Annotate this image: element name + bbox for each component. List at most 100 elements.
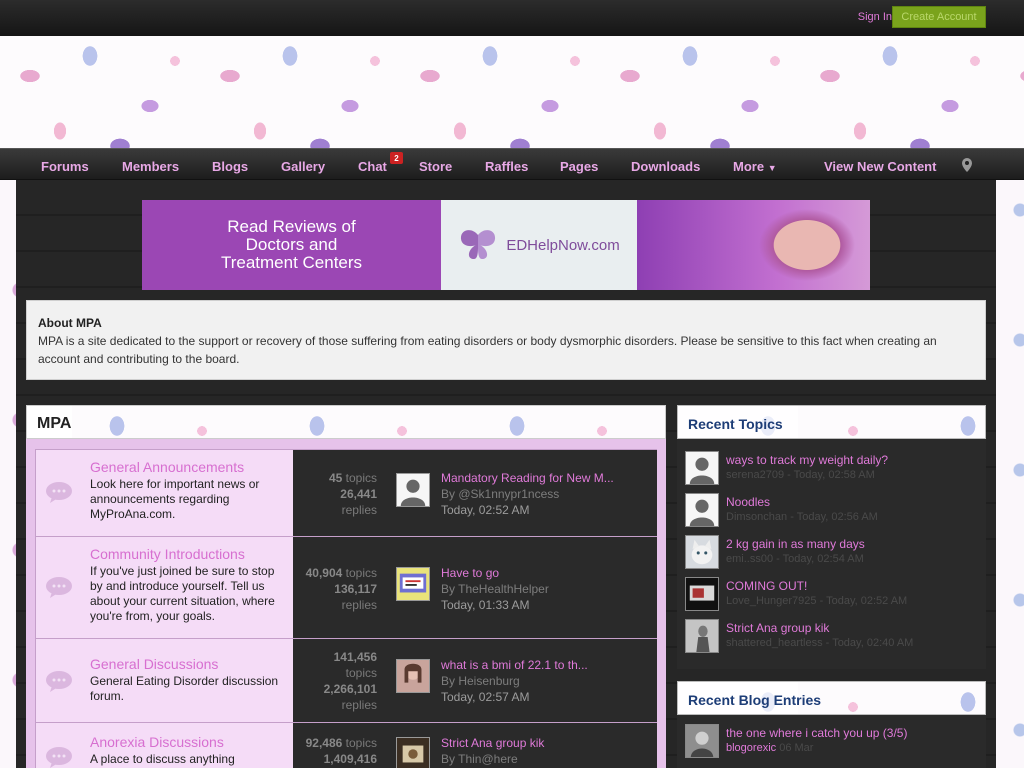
ad-brand-panel: EDHelpNow.com bbox=[441, 200, 637, 290]
create-account-button[interactable]: Create Account bbox=[892, 6, 986, 28]
recent-topics-title: Recent Topics bbox=[688, 416, 783, 432]
forum-title-link[interactable]: General Discussions bbox=[90, 657, 285, 672]
top-bar: Sign In Create Account bbox=[0, 0, 1024, 36]
forum-stats: 40,904 topics 136,117 replies Have to go… bbox=[293, 537, 657, 638]
last-post-author[interactable]: By @Sk1nnypr1ncess bbox=[441, 486, 651, 502]
replies-count: 26,441 bbox=[340, 487, 377, 501]
forum-stat-counts: 45 topics 26,441 replies bbox=[287, 470, 377, 518]
forum-info: Anorexia Discussions A place to discuss … bbox=[35, 723, 293, 768]
recent-topic-link[interactable]: Noodles bbox=[726, 495, 770, 509]
recent-topic-link[interactable]: COMING OUT! bbox=[726, 579, 807, 593]
nav-view-new-content[interactable]: View New Content bbox=[824, 159, 936, 174]
topic-author-avatar[interactable] bbox=[685, 451, 719, 485]
last-poster-avatar[interactable] bbox=[396, 567, 430, 601]
recent-topic-item: Noodles Dimsonchan - Today, 02:56 AM bbox=[685, 493, 979, 529]
forum-stats: 45 topics 26,441 replies Mandatory Readi… bbox=[293, 450, 657, 536]
recent-blog-link[interactable]: the one where i catch you up (3/5) bbox=[726, 726, 907, 740]
forum-description: General Eating Disorder discussion forum… bbox=[90, 674, 279, 703]
topics-count: 40,904 bbox=[305, 566, 343, 580]
last-post-info: Mandatory Reading for New M... By @Sk1nn… bbox=[441, 470, 651, 518]
forum-category-header[interactable]: MPA bbox=[26, 405, 666, 439]
topic-author-avatar[interactable] bbox=[685, 535, 719, 569]
recent-topic-link[interactable]: 2 kg gain in as many days bbox=[726, 537, 865, 551]
last-post-title-link[interactable]: Have to go bbox=[441, 565, 651, 581]
nav-members[interactable]: Members bbox=[122, 159, 179, 174]
replies-count: 136,117 bbox=[334, 582, 377, 596]
ad-brand-name: EDHelpNow.com bbox=[506, 236, 620, 254]
last-post-author[interactable]: By Thin@here bbox=[441, 751, 651, 767]
recent-topic-item: 2 kg gain in as many days emi..ss00 - To… bbox=[685, 535, 979, 571]
last-post-author[interactable]: By TheHealthHelper bbox=[441, 581, 651, 597]
forum-title-link[interactable]: Anorexia Discussions bbox=[90, 735, 285, 750]
about-text: MPA is a site dedicated to the support o… bbox=[38, 334, 937, 366]
nav-forums[interactable]: Forums bbox=[41, 159, 89, 174]
map-pin-icon[interactable] bbox=[962, 158, 972, 172]
last-post-time: Today, 01:33 AM bbox=[441, 598, 530, 612]
blog-author-link[interactable]: blogorexic bbox=[726, 742, 776, 754]
nav-downloads[interactable]: Downloads bbox=[631, 159, 700, 174]
speech-bubble-icon bbox=[46, 747, 72, 768]
header-banner[interactable] bbox=[0, 36, 1024, 148]
last-poster-avatar[interactable] bbox=[396, 473, 430, 507]
forum-stats: 92,486 topics 1,409,416 Strict Ana group… bbox=[293, 723, 657, 768]
speech-bubble-icon bbox=[46, 671, 72, 692]
recent-topic-item: Strict Ana group kik shattered_heartless… bbox=[685, 619, 979, 655]
forum-stat-counts: 92,486 topics 1,409,416 bbox=[287, 735, 377, 767]
last-poster-avatar[interactable] bbox=[396, 737, 430, 768]
replies-label: replies bbox=[341, 503, 377, 517]
last-post-title-link[interactable]: Strict Ana group kik bbox=[441, 735, 651, 751]
topics-label: topics bbox=[345, 471, 377, 485]
forum-stats: 141,456 topics 2,266,101 replies what is… bbox=[293, 639, 657, 722]
ad-banner[interactable]: Read Reviews of Doctors and Treatment Ce… bbox=[142, 200, 870, 290]
ad-line-1: Read Reviews of bbox=[227, 217, 356, 236]
ad-text-panel: Read Reviews of Doctors and Treatment Ce… bbox=[142, 200, 441, 290]
blog-date: 06 Mar bbox=[779, 742, 814, 754]
last-post-time: Today, 02:52 AM bbox=[441, 503, 530, 517]
nav-blogs[interactable]: Blogs bbox=[212, 159, 248, 174]
forum-row: General Announcements Look here for impo… bbox=[35, 449, 657, 537]
nav-store[interactable]: Store bbox=[419, 159, 452, 174]
topic-author-avatar[interactable] bbox=[685, 493, 719, 527]
forum-list: General Announcements Look here for impo… bbox=[26, 439, 666, 768]
blog-author-avatar[interactable] bbox=[685, 724, 719, 758]
avatar-image bbox=[399, 573, 427, 593]
cat-avatar-image bbox=[686, 536, 718, 568]
forum-row: General Discussions General Eating Disor… bbox=[35, 639, 657, 723]
last-post-title-link[interactable]: Mandatory Reading for New M... bbox=[441, 470, 651, 486]
recent-topic-link[interactable]: ways to track my weight daily? bbox=[726, 453, 888, 467]
nav-chat[interactable]: Chat bbox=[358, 159, 387, 174]
topic-author-avatar[interactable] bbox=[685, 619, 719, 653]
nav-raffles[interactable]: Raffles bbox=[485, 159, 528, 174]
last-poster-avatar[interactable] bbox=[396, 659, 430, 693]
forum-title-link[interactable]: General Announcements bbox=[90, 460, 285, 475]
topic-author-avatar[interactable] bbox=[685, 577, 719, 611]
user-silhouette-icon bbox=[689, 457, 715, 484]
recent-topic-link[interactable]: Strict Ana group kik bbox=[726, 621, 829, 635]
avatar-image bbox=[686, 620, 718, 652]
nav-more[interactable]: More ▼ bbox=[733, 159, 777, 174]
forum-title-link[interactable]: Community Introductions bbox=[90, 547, 285, 562]
nav-pages[interactable]: Pages bbox=[560, 159, 598, 174]
nav-more-label: More bbox=[733, 159, 765, 174]
topics-label: topics bbox=[345, 736, 377, 750]
recent-blogs-header[interactable]: Recent Blog Entries bbox=[677, 681, 986, 715]
forum-category-title: MPA bbox=[37, 415, 72, 432]
last-post-author[interactable]: By Heisenburg bbox=[441, 673, 651, 689]
topics-count: 92,486 bbox=[305, 736, 343, 750]
recent-topic-meta: Love_Hunger7925 - Today, 02:52 AM bbox=[726, 595, 908, 607]
forum-description: Look here for important news or announce… bbox=[90, 477, 260, 521]
forum-row: Community Introductions If you've just j… bbox=[35, 537, 657, 639]
last-post-info: Have to go By TheHealthHelper Today, 01:… bbox=[441, 565, 651, 613]
forum-description: If you've just joined be sure to stop by… bbox=[90, 564, 275, 623]
recent-topic-item: ways to track my weight daily? serena270… bbox=[685, 451, 979, 487]
avatar-image bbox=[397, 738, 429, 768]
recent-topics-header[interactable]: Recent Topics bbox=[677, 405, 986, 439]
sign-in-link[interactable]: Sign In bbox=[858, 11, 892, 23]
nav-gallery[interactable]: Gallery bbox=[281, 159, 325, 174]
speech-bubble-icon bbox=[46, 577, 72, 598]
topics-label: topics bbox=[345, 666, 377, 680]
last-post-title-link[interactable]: what is a bmi of 22.1 to th... bbox=[441, 657, 651, 673]
replies-count: 1,409,416 bbox=[323, 752, 377, 766]
avatar-image bbox=[686, 578, 718, 610]
about-title: About MPA bbox=[38, 316, 102, 330]
